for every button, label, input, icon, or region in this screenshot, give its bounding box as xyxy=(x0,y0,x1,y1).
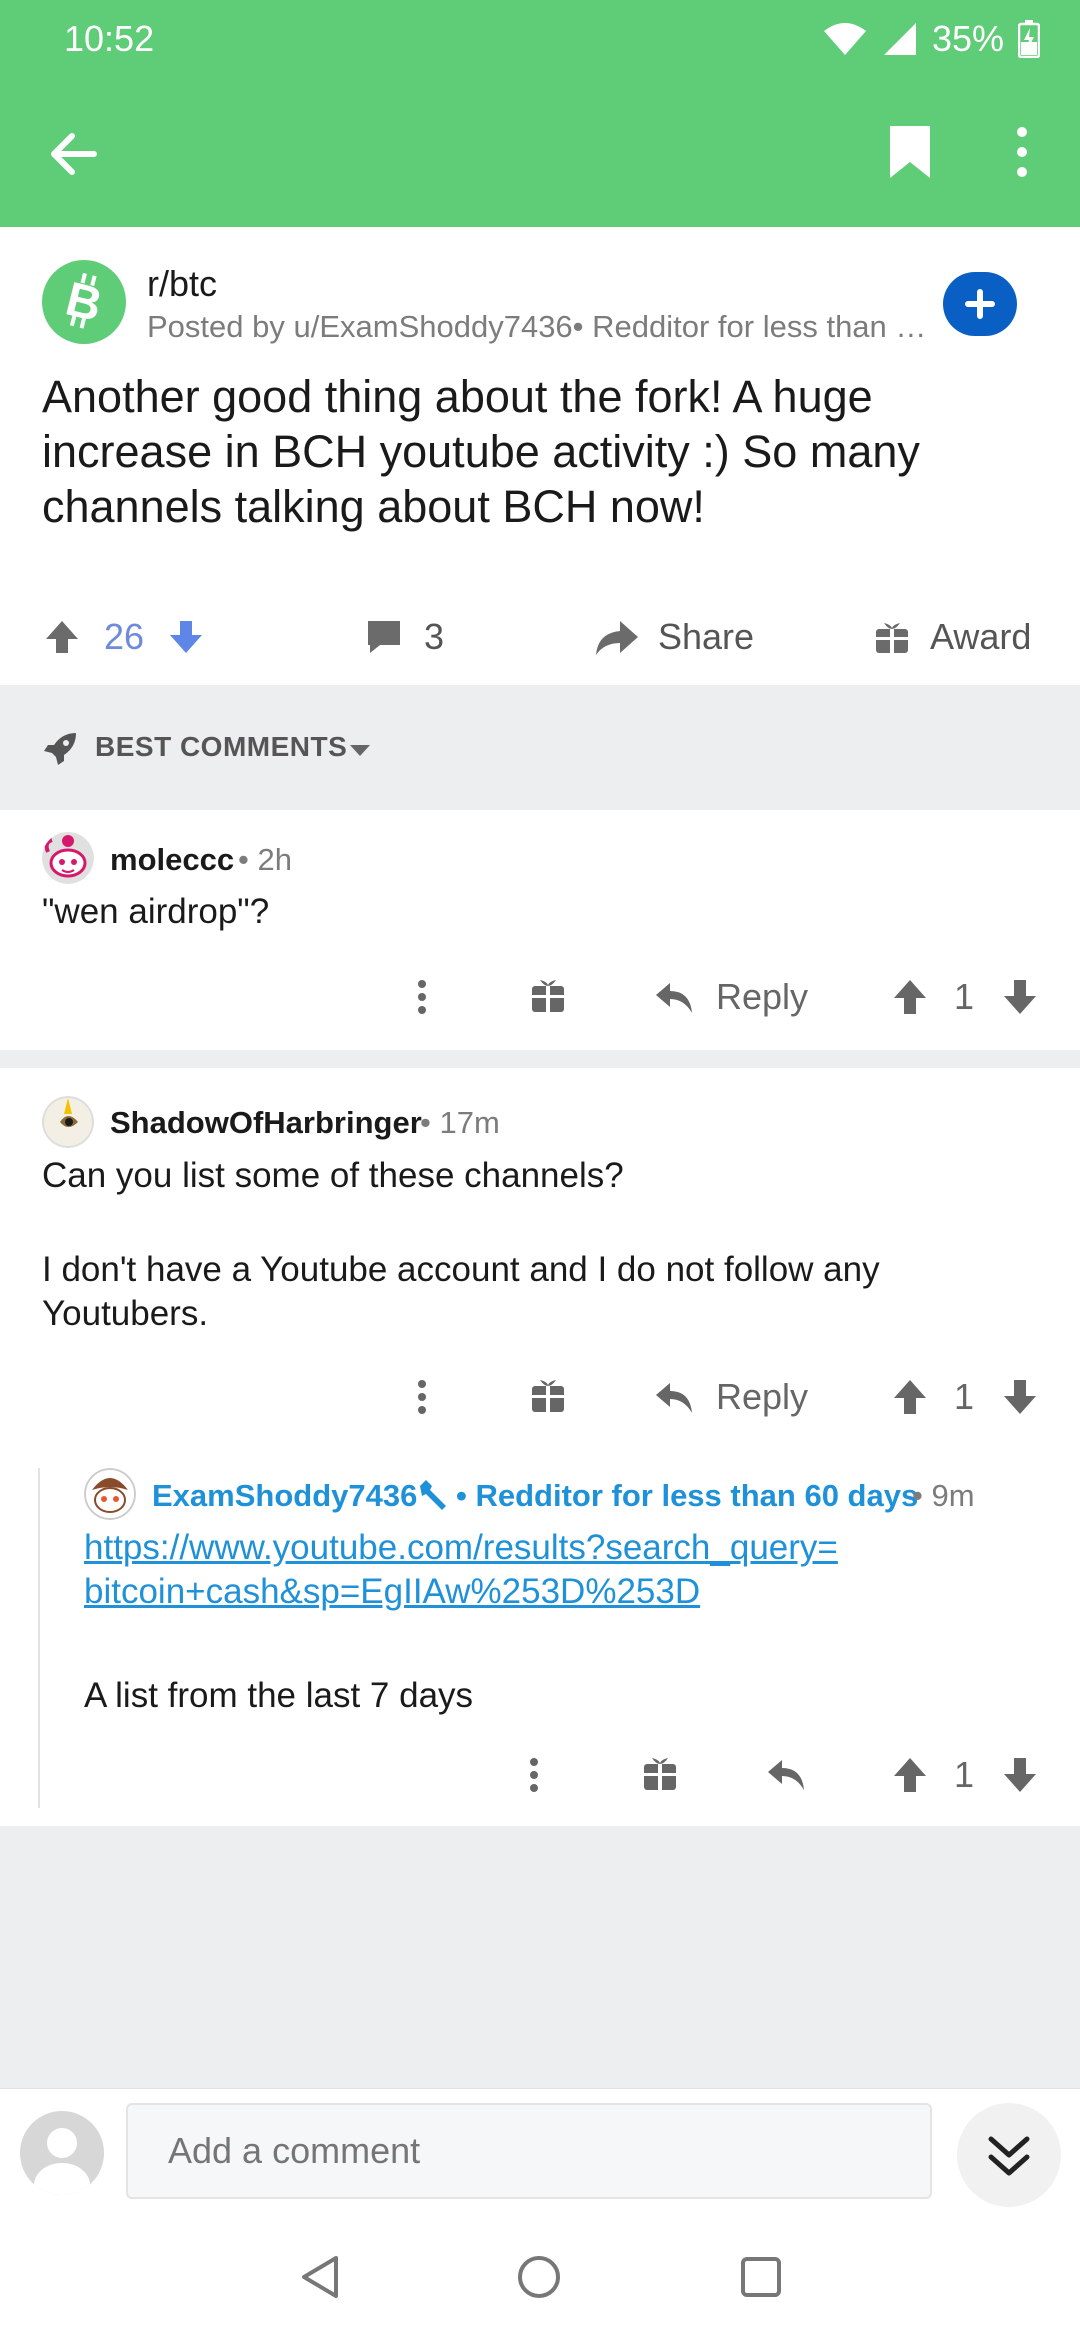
upvote-icon[interactable] xyxy=(890,1362,930,1432)
sort-bar[interactable]: BEST COMMENTS xyxy=(0,685,1080,810)
more-vert-icon[interactable] xyxy=(520,1740,548,1810)
sort-label: BEST COMMENTS xyxy=(95,731,348,762)
user-avatar[interactable] xyxy=(42,1096,94,1148)
nav-recents-icon[interactable] xyxy=(740,2256,782,2298)
status-right: 35% xyxy=(822,18,1040,60)
upvote-icon[interactable] xyxy=(890,1740,930,1810)
reply-time: • 9m xyxy=(912,1478,975,1513)
add-comment-input[interactable] xyxy=(126,2103,932,2199)
post-vote-group: 26 xyxy=(42,597,206,677)
signal-icon xyxy=(883,23,916,55)
gift-icon[interactable] xyxy=(528,1362,568,1432)
posted-by[interactable]: Posted by u/ExamShoddy7436• Redditor for… xyxy=(147,309,937,345)
comment-composer xyxy=(0,2088,1080,2214)
double-chevron-down-icon xyxy=(988,2136,1030,2176)
plus-icon xyxy=(965,289,995,319)
post-title[interactable]: Another good thing about the fork! A hug… xyxy=(42,369,1042,534)
subreddit-name[interactable]: r/btc xyxy=(147,263,217,305)
reply-body: A list from the last 7 days xyxy=(84,1676,474,1715)
comment-score: 1 xyxy=(954,1376,975,1417)
more-vert-icon[interactable] xyxy=(1000,122,1044,182)
reply-author[interactable]: ExamShoddy7436 xyxy=(152,1478,417,1514)
status-bar: 10:52 35% xyxy=(0,0,1080,80)
gift-icon[interactable] xyxy=(640,1740,680,1810)
app-bar: 10:52 35% xyxy=(0,0,1080,227)
youtube-link-line1[interactable]: https://www.youtube.com/results?search_q… xyxy=(84,1526,1044,1570)
comment-body-line1: Can you list some of these channels? xyxy=(42,1156,624,1195)
share-icon xyxy=(596,621,638,655)
rocket-icon xyxy=(44,733,76,765)
bookmark-icon[interactable] xyxy=(882,122,938,182)
comment-icon xyxy=(368,621,400,653)
gift-icon[interactable] xyxy=(528,962,568,1032)
reply-button[interactable]: Reply xyxy=(654,1362,808,1432)
snoo-avatar[interactable] xyxy=(42,832,94,884)
bitcoin-cash-icon: B xyxy=(61,273,107,333)
moderator-wrench-icon xyxy=(420,1480,446,1510)
comment-actions: Reply 1 xyxy=(0,1362,1080,1432)
user-placeholder-icon xyxy=(34,2128,90,2195)
comment-count: 3 xyxy=(424,616,445,657)
post-card: B r/btc Posted by u/ExamShoddy7436• Redd… xyxy=(0,227,1080,685)
award-label: Award xyxy=(930,616,1032,657)
snoo-avatar[interactable] xyxy=(84,1468,136,1520)
comments-button[interactable]: 3 xyxy=(364,597,444,677)
upvote-icon[interactable] xyxy=(42,617,82,657)
my-avatar[interactable] xyxy=(20,2111,104,2195)
comment-actions: Reply 1 xyxy=(0,962,1080,1032)
comment-moleccc: moleccc • 2h "wen airdrop"? Reply 1 xyxy=(0,810,1080,1050)
comment-body: "wen airdrop"? xyxy=(42,892,270,931)
downvote-icon[interactable] xyxy=(1000,1740,1040,1810)
youtube-link-line2[interactable]: bitcoin+cash&sp=EgIIAw%253D%253D xyxy=(84,1570,1044,1614)
comment-score: 1 xyxy=(954,976,975,1017)
collapse-comments-button[interactable] xyxy=(957,2103,1061,2207)
reply-icon xyxy=(656,1383,692,1413)
reply-button[interactable]: Reply xyxy=(654,962,808,1032)
empty-area xyxy=(0,1826,1080,2088)
comment-time: • 2h xyxy=(238,842,292,877)
author-flair: • Redditor for less than 60 days xyxy=(456,1478,919,1513)
subreddit-icon[interactable]: B xyxy=(42,260,126,344)
downvote-icon[interactable] xyxy=(1000,962,1040,1032)
system-nav-bar xyxy=(0,2214,1080,2340)
downvote-icon[interactable] xyxy=(1000,1362,1040,1432)
battery-percent: 35% xyxy=(931,18,1004,59)
award-button[interactable]: Award xyxy=(874,597,1031,677)
back-arrow-icon[interactable] xyxy=(46,126,102,182)
battery-charging-icon xyxy=(1018,20,1040,58)
nav-home-icon[interactable] xyxy=(516,2254,562,2300)
reply-label: Reply xyxy=(716,1376,809,1417)
share-button[interactable]: Share xyxy=(594,597,754,677)
wifi-icon xyxy=(823,23,866,55)
status-time: 10:52 xyxy=(64,18,155,59)
reply-actions: 1 xyxy=(0,1740,1080,1810)
share-label: Share xyxy=(658,616,755,657)
comment-author[interactable]: ShadowOfHarbringer xyxy=(110,1105,422,1141)
reply-score: 1 xyxy=(954,1754,975,1795)
reply-label: Reply xyxy=(716,976,809,1017)
post-score: 26 xyxy=(104,616,145,657)
reply-icon[interactable] xyxy=(766,1740,806,1810)
upvote-icon[interactable] xyxy=(890,962,930,1032)
toolbar xyxy=(0,112,1080,192)
post-actions: 26 3 Share Award xyxy=(0,597,1080,677)
comment-body-line2: I don't have a Youtube account and I do … xyxy=(42,1250,880,1333)
downvote-icon[interactable] xyxy=(166,617,206,657)
nav-back-icon[interactable] xyxy=(298,2254,342,2300)
chevron-down-icon xyxy=(350,745,370,756)
comment-divider xyxy=(0,1050,1080,1068)
comment-thread-shadowofharbringer: ShadowOfHarbringer • 17m Can you list so… xyxy=(0,1068,1080,1826)
more-vert-icon[interactable] xyxy=(408,962,436,1032)
join-button[interactable] xyxy=(943,272,1017,336)
comment-author[interactable]: moleccc xyxy=(110,842,234,878)
gift-icon xyxy=(876,623,908,653)
comment-time: • 17m xyxy=(420,1105,500,1140)
more-vert-icon[interactable] xyxy=(408,1362,436,1432)
reply-icon xyxy=(656,983,692,1013)
